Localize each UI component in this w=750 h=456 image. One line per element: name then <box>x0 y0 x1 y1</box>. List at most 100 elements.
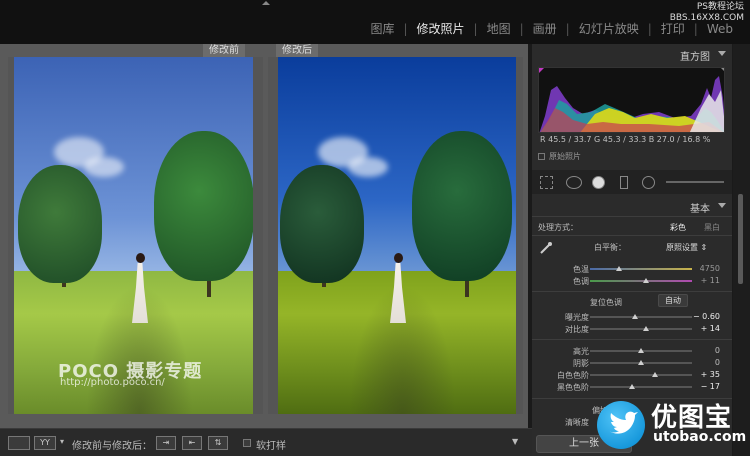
auto-tone-button[interactable]: 自动 <box>658 294 688 307</box>
exposure-knob[interactable] <box>631 314 638 319</box>
original-photo-toggle[interactable]: 原始照片 <box>538 151 581 162</box>
shadows-value[interactable]: 0 <box>715 358 720 367</box>
whites-track[interactable] <box>590 372 692 377</box>
module-slideshow[interactable]: 幻灯片放映 <box>570 20 648 37</box>
treatment-bw-option[interactable]: 黑白 <box>704 222 720 233</box>
wb-label: 白平衡： <box>594 243 626 252</box>
contrast-track[interactable] <box>590 326 692 331</box>
watermark-line-1: PS教程论坛 <box>696 2 744 12</box>
radial-filter-icon[interactable] <box>642 176 655 189</box>
whites-knob[interactable] <box>652 372 659 377</box>
cloud <box>84 157 124 177</box>
divider <box>532 291 732 292</box>
wb-select[interactable]: 原照设置 ⇕ <box>666 242 707 253</box>
blacks-value[interactable]: − 17 <box>701 382 720 391</box>
before-photo: POCO 摄影专题 http://photo.poco.cn/ <box>14 57 253 414</box>
temp-slider-row[interactable]: 色温 4750 <box>532 263 732 275</box>
crop-tool-icon[interactable] <box>540 176 553 189</box>
module-book[interactable]: 画册 <box>524 20 566 37</box>
module-map[interactable]: 地图 <box>478 20 520 37</box>
tint-knob[interactable] <box>643 278 650 283</box>
soft-proof-label: 软打样 <box>256 441 286 452</box>
divider <box>532 339 732 340</box>
treatment-color-option[interactable]: 彩色 <box>670 222 686 233</box>
shadows-track[interactable] <box>590 360 692 365</box>
shadows-knob[interactable] <box>638 360 644 365</box>
contrast-value[interactable]: + 14 <box>701 324 720 333</box>
treatment-label: 处理方式： <box>538 223 578 232</box>
tint-label: 色调 <box>573 277 589 286</box>
bottom-toolbar: YY ▾ 修改前与修改后： ⇥ ⇤ ⇅ 软打样 ▼ <box>0 428 532 456</box>
temp-value[interactable]: 4750 <box>700 264 720 273</box>
whites-slider-row[interactable]: 白色色阶 + 35 <box>532 369 732 381</box>
highlights-label: 高光 <box>573 347 589 356</box>
tree-right <box>154 131 253 281</box>
highlights-slider-row[interactable]: 高光 0 <box>532 345 732 357</box>
histogram-svg <box>539 68 724 132</box>
before-after-view-button[interactable]: YY <box>34 436 56 450</box>
blacks-knob[interactable] <box>628 384 635 389</box>
utobao-logo: 优图宝 utobao.com <box>597 393 750 456</box>
exposure-slider-row[interactable]: 曝光度 − 0.60 <box>532 311 732 323</box>
model-head <box>394 253 403 263</box>
whites-label: 白色色阶 <box>557 371 589 380</box>
exposure-track[interactable] <box>590 314 692 319</box>
tree-left <box>280 165 364 283</box>
shadows-slider-row[interactable]: 阴影 0 <box>532 357 732 369</box>
cloud <box>348 157 388 177</box>
red-eye-icon[interactable] <box>592 176 605 189</box>
before-pane[interactable]: POCO 摄影专题 http://photo.poco.cn/ <box>8 57 263 414</box>
histogram-collapse-icon[interactable] <box>718 51 726 56</box>
blacks-track[interactable] <box>590 384 692 389</box>
tint-slider-row[interactable]: 色调 + 11 <box>532 275 732 287</box>
histogram-rgb-readout: R 45.5 / 33.7 G 45.3 / 33.3 B 27.0 / 16.… <box>540 135 711 144</box>
module-web[interactable]: Web <box>698 22 742 36</box>
swap-settings-icon[interactable]: ⇅ <box>208 436 228 450</box>
original-photo-checkbox[interactable] <box>538 153 545 160</box>
highlights-track[interactable] <box>590 348 692 353</box>
exposure-label: 曝光度 <box>565 313 589 322</box>
scrollbar-thumb[interactable] <box>738 194 743 284</box>
utobao-url: utobao.com <box>653 429 747 445</box>
adjustment-brush-slider[interactable] <box>666 181 724 183</box>
tint-value[interactable]: + 11 <box>701 276 720 285</box>
histogram-header[interactable]: 直方图 <box>532 46 732 63</box>
divider <box>532 216 732 217</box>
after-photo <box>278 57 516 414</box>
basic-collapse-icon[interactable] <box>718 203 726 208</box>
tint-track[interactable] <box>590 278 692 283</box>
soft-proof-checkbox[interactable] <box>243 439 251 447</box>
model-figure <box>132 253 148 323</box>
highlights-value[interactable]: 0 <box>715 346 720 355</box>
original-photo-label: 原始照片 <box>549 152 581 161</box>
graduated-filter-icon[interactable] <box>620 176 628 189</box>
spot-removal-icon[interactable] <box>566 176 582 189</box>
temp-track[interactable] <box>590 266 692 271</box>
twitter-bird-icon <box>597 401 645 449</box>
module-library[interactable]: 图库 <box>361 20 403 37</box>
poco-url: http://photo.poco.cn/ <box>60 377 165 388</box>
module-develop[interactable]: 修改照片 <box>408 20 474 37</box>
after-pane[interactable] <box>268 57 523 414</box>
tree-right <box>412 131 512 281</box>
contrast-slider-row[interactable]: 对比度 + 14 <box>532 323 732 335</box>
blacks-slider-row[interactable]: 黑色色阶 − 17 <box>532 381 732 393</box>
basic-header[interactable]: 基本 <box>532 198 732 215</box>
collapse-top-panel-icon[interactable] <box>262 1 270 5</box>
whites-value[interactable]: + 35 <box>701 370 720 379</box>
module-print[interactable]: 打印 <box>652 20 694 37</box>
temp-knob[interactable] <box>615 266 622 271</box>
temp-label: 色温 <box>573 265 589 274</box>
toolbar-menu-chevron-icon[interactable]: ▼ <box>512 437 518 446</box>
highlights-knob[interactable] <box>638 348 644 353</box>
view-mode-chevron-icon[interactable]: ▾ <box>60 437 64 446</box>
copy-after-to-before-icon[interactable]: ⇤ <box>182 436 202 450</box>
tone-reset-label[interactable]: 复位色调 <box>590 297 622 308</box>
exposure-value[interactable]: − 0.60 <box>693 312 720 321</box>
contrast-label: 对比度 <box>565 325 589 334</box>
contrast-knob[interactable] <box>643 326 650 331</box>
copy-before-to-after-icon[interactable]: ⇥ <box>156 436 176 450</box>
tree-left <box>18 165 102 283</box>
model-dress <box>132 263 148 323</box>
loupe-view-icon[interactable] <box>8 436 30 450</box>
